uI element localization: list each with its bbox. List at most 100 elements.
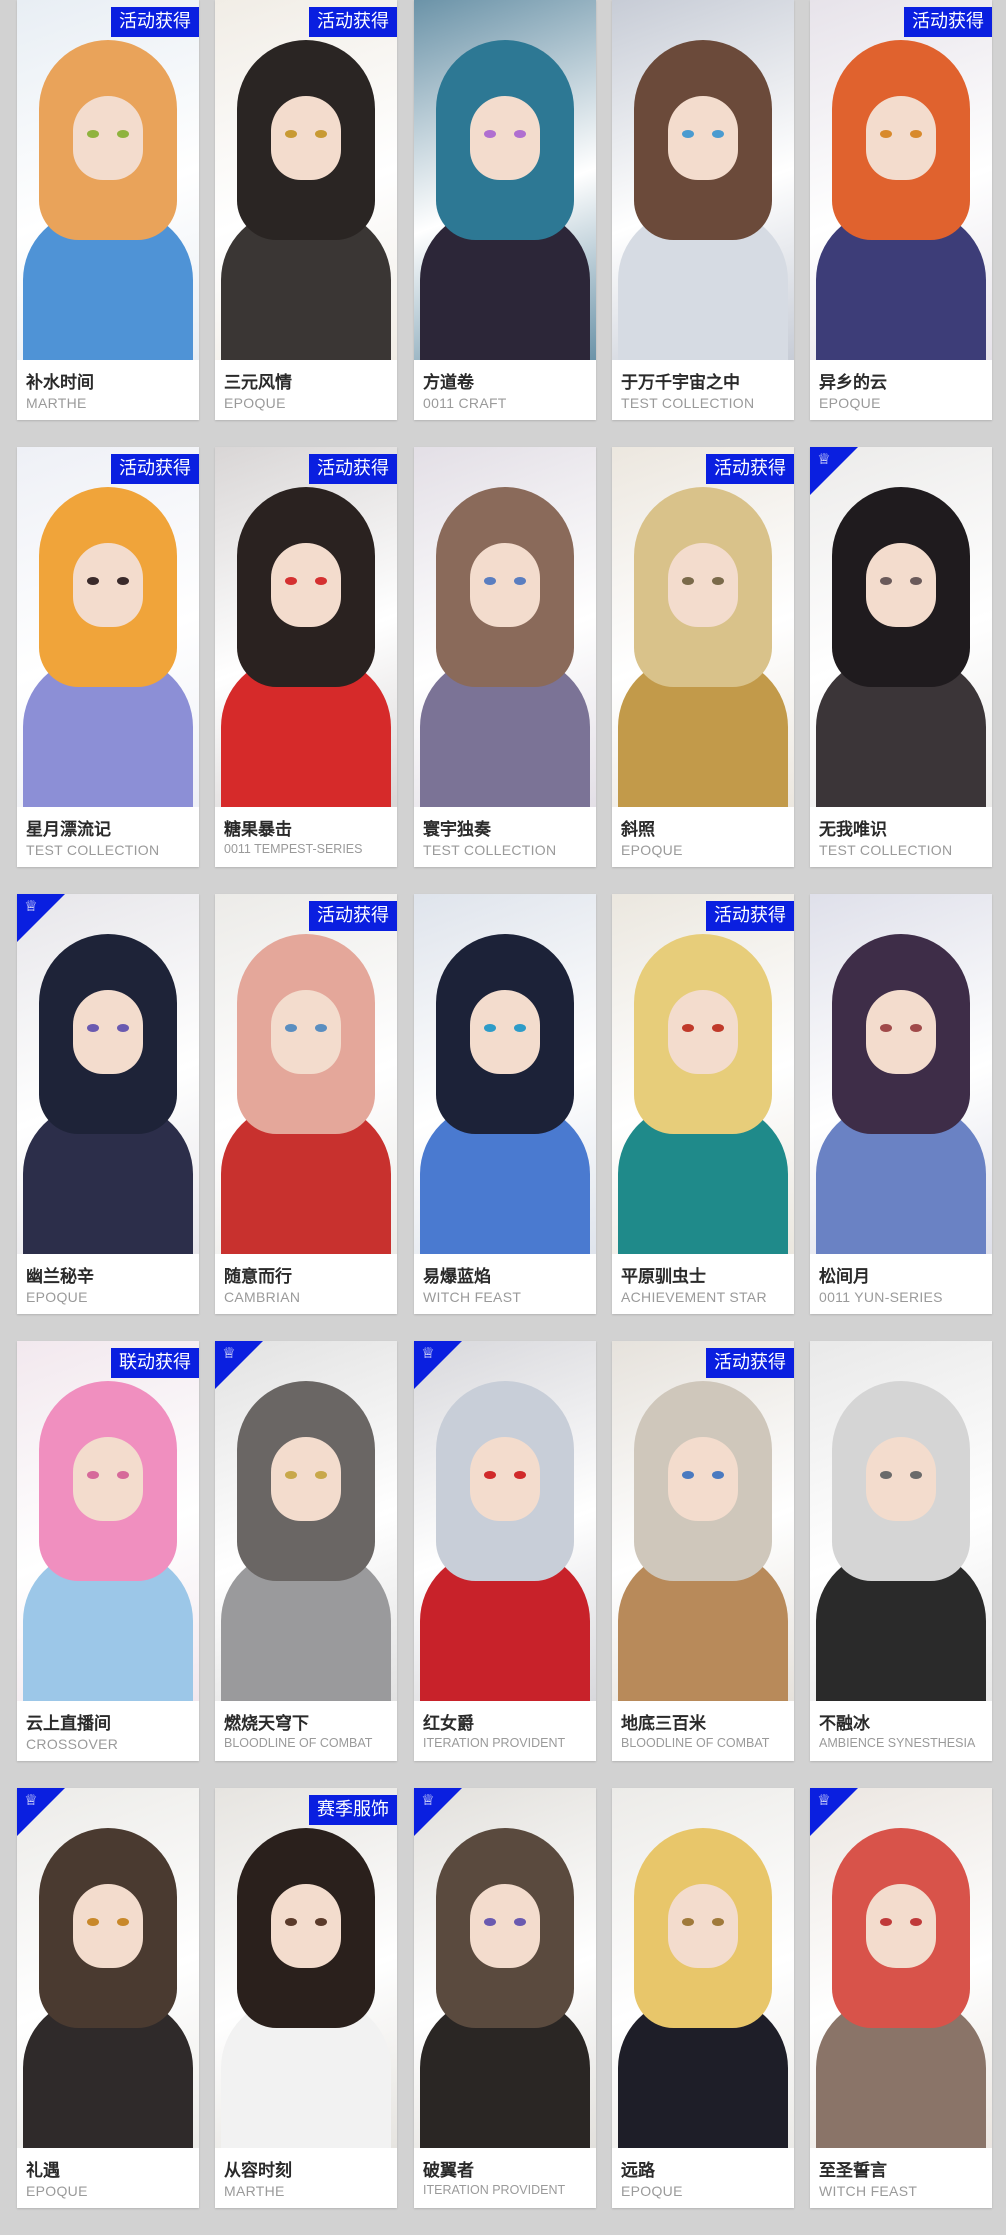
skin-artwork bbox=[17, 1341, 199, 1701]
skin-series: MARTHE bbox=[26, 395, 87, 411]
skin-card[interactable]: ♕ 红女爵 ITERATION PROVIDENT bbox=[414, 1341, 596, 1761]
skin-series: CAMBRIAN bbox=[224, 1289, 301, 1305]
card-label: 于万千宇宙之中 TEST COLLECTION bbox=[612, 360, 794, 420]
skin-artwork bbox=[612, 894, 794, 1254]
skin-card-grid: 活动获得 补水时间 MARTHE 活动获得 三元风情 EPOQUE 方道卷 0011 CRAF… bbox=[0, 0, 1006, 2235]
skin-card[interactable]: 易爆蓝焰 WITCH FEAST bbox=[414, 894, 596, 1314]
skin-card[interactable]: 活动获得随意而行 CAMBRIAN bbox=[215, 894, 397, 1314]
card-label: 无我唯识 TEST COLLECTION bbox=[810, 807, 992, 867]
skin-card[interactable]: 远路 EPOQUE bbox=[612, 1788, 794, 2208]
skin-artwork bbox=[810, 0, 992, 360]
skin-artwork bbox=[612, 1341, 794, 1701]
card-label: 燃烧天穹下 BLOODLINE OF COMBAT bbox=[215, 1701, 397, 1761]
skin-artwork bbox=[215, 1341, 397, 1701]
card-label: 斜照 EPOQUE bbox=[612, 807, 794, 867]
skin-title: 红女爵 bbox=[423, 1714, 474, 1734]
card-row: 联动获得 云上直播间 CROSSOVER ♕ 燃烧天穹下 BLOODLINE OF COM… bbox=[0, 1341, 1006, 1761]
skin-card[interactable]: 活动获得 地底三百米 BLOODLINE OF COMBAT bbox=[612, 1341, 794, 1761]
skin-card[interactable]: 活动获得平原驯虫士 ACHIEVEMENT STAR bbox=[612, 894, 794, 1314]
skin-card[interactable]: 松间月 0011 YUN-SERIES bbox=[810, 894, 992, 1314]
card-label: 易爆蓝焰 WITCH FEAST bbox=[414, 1254, 596, 1314]
skin-artwork bbox=[810, 894, 992, 1254]
skin-card[interactable]: 方道卷 0011 CRAFT bbox=[414, 0, 596, 420]
skin-title: 礼遇 bbox=[26, 2161, 60, 2181]
skin-title: 燃烧天穹下 bbox=[224, 1714, 309, 1734]
acquisition-badge: 活动获得 bbox=[706, 454, 794, 484]
card-label: 随意而行 CAMBRIAN bbox=[215, 1254, 397, 1314]
skin-title: 从容时刻 bbox=[224, 2161, 292, 2181]
skin-artwork bbox=[612, 0, 794, 360]
card-label: 补水时间 MARTHE bbox=[17, 360, 199, 420]
skin-title: 幽兰秘辛 bbox=[26, 1267, 94, 1287]
skin-title: 至圣誓言 bbox=[819, 2161, 887, 2181]
skin-series: WITCH FEAST bbox=[423, 1289, 522, 1305]
skin-card[interactable]: 活动获得 星月漂流记 TEST COLLECTION bbox=[17, 447, 199, 867]
skin-card[interactable]: ♕ 礼遇 EPOQUE bbox=[17, 1788, 199, 2208]
card-label: 星月漂流记 TEST COLLECTION bbox=[17, 807, 199, 867]
card-label: 远路 EPOQUE bbox=[612, 2148, 794, 2208]
skin-card[interactable]: ♕ 幽兰秘辛 EPOQUE bbox=[17, 894, 199, 1314]
skin-card[interactable]: 赛季服饰 从容时刻 MARTHE bbox=[215, 1788, 397, 2208]
skin-card[interactable]: ♕ 至圣誓言 WITCH FEAST bbox=[810, 1788, 992, 2208]
skin-series: ACHIEVEMENT STAR bbox=[621, 1289, 767, 1305]
card-row: ♕ 礼遇 EPOQUE 赛季服饰 从容时刻 MARTHE ♕ 破翼者 ITERATION PRO… bbox=[0, 1788, 1006, 2208]
skin-card[interactable]: 活动获得 糖果暴击 0011 TEMPEST-SERIES bbox=[215, 447, 397, 867]
card-row: 活动获得 补水时间 MARTHE 活动获得 三元风情 EPOQUE 方道卷 0011 CRAF… bbox=[0, 0, 1006, 420]
card-label: 方道卷 0011 CRAFT bbox=[414, 360, 596, 420]
acquisition-badge: 活动获得 bbox=[706, 901, 794, 931]
card-label: 异乡的云 EPOQUE bbox=[810, 360, 992, 420]
card-label: 平原驯虫士 ACHIEVEMENT STAR bbox=[612, 1254, 794, 1314]
card-row: ♕ 幽兰秘辛 EPOQUE 活动获得随意而行 CAMBRIAN 易爆蓝焰 WITCH FEA… bbox=[0, 894, 1006, 1314]
skin-artwork bbox=[414, 894, 596, 1254]
acquisition-badge: 活动获得 bbox=[309, 901, 397, 931]
card-label: 幽兰秘辛 EPOQUE bbox=[17, 1254, 199, 1314]
skin-series: TEST COLLECTION bbox=[423, 842, 557, 858]
skin-title: 地底三百米 bbox=[621, 1714, 706, 1734]
skin-series: EPOQUE bbox=[621, 2183, 683, 2199]
skin-title: 不融冰 bbox=[819, 1714, 870, 1734]
crown-icon: ♕ bbox=[24, 1792, 38, 1809]
skin-card[interactable]: 不融冰 AMBIENCE SYNESTHESIA bbox=[810, 1341, 992, 1761]
skin-artwork bbox=[612, 1788, 794, 2148]
skin-title: 三元风情 bbox=[224, 373, 292, 393]
skin-artwork bbox=[215, 1788, 397, 2148]
skin-title: 云上直播间 bbox=[26, 1714, 111, 1734]
acquisition-badge: 活动获得 bbox=[904, 7, 992, 37]
skin-title: 易爆蓝焰 bbox=[423, 1267, 491, 1287]
card-label: 礼遇 EPOQUE bbox=[17, 2148, 199, 2208]
crown-icon: ♕ bbox=[817, 451, 831, 468]
skin-card[interactable]: 活动获得 补水时间 MARTHE bbox=[17, 0, 199, 420]
skin-series: 0011 TEMPEST-SERIES bbox=[224, 842, 363, 856]
card-label: 糖果暴击 0011 TEMPEST-SERIES bbox=[215, 807, 397, 867]
skin-card[interactable]: 联动获得 云上直播间 CROSSOVER bbox=[17, 1341, 199, 1761]
skin-title: 平原驯虫士 bbox=[621, 1267, 706, 1287]
skin-title: 糖果暴击 bbox=[224, 820, 292, 840]
skin-series: BLOODLINE OF COMBAT bbox=[224, 1736, 373, 1750]
skin-title: 无我唯识 bbox=[819, 820, 887, 840]
skin-title: 异乡的云 bbox=[819, 373, 887, 393]
skin-card[interactable]: 活动获得 三元风情 EPOQUE bbox=[215, 0, 397, 420]
acquisition-badge: 活动获得 bbox=[706, 1348, 794, 1378]
skin-artwork bbox=[17, 894, 199, 1254]
card-label: 不融冰 AMBIENCE SYNESTHESIA bbox=[810, 1701, 992, 1761]
skin-artwork bbox=[215, 894, 397, 1254]
skin-title: 寰宇独奏 bbox=[423, 820, 491, 840]
skin-title: 于万千宇宙之中 bbox=[621, 373, 740, 393]
skin-title: 松间月 bbox=[819, 1267, 870, 1287]
skin-artwork bbox=[414, 0, 596, 360]
crown-icon: ♕ bbox=[817, 1792, 831, 1809]
skin-card[interactable]: 于万千宇宙之中 TEST COLLECTION bbox=[612, 0, 794, 420]
skin-title: 破翼者 bbox=[423, 2161, 474, 2181]
skin-card[interactable]: ♕ 无我唯识 TEST COLLECTION bbox=[810, 447, 992, 867]
skin-card[interactable]: 寰宇独奏 TEST COLLECTION bbox=[414, 447, 596, 867]
skin-series: 0011 CRAFT bbox=[423, 395, 507, 411]
skin-series: CROSSOVER bbox=[26, 1736, 119, 1752]
acquisition-badge: 赛季服饰 bbox=[309, 1795, 397, 1825]
skin-card[interactable]: 活动获得异乡的云 EPOQUE bbox=[810, 0, 992, 420]
crown-icon: ♕ bbox=[24, 898, 38, 915]
skin-artwork bbox=[17, 447, 199, 807]
skin-card[interactable]: ♕ 破翼者 ITERATION PROVIDENT bbox=[414, 1788, 596, 2208]
skin-card[interactable]: 活动获得斜照 EPOQUE bbox=[612, 447, 794, 867]
skin-card[interactable]: ♕ 燃烧天穹下 BLOODLINE OF COMBAT bbox=[215, 1341, 397, 1761]
skin-series: TEST COLLECTION bbox=[819, 842, 953, 858]
